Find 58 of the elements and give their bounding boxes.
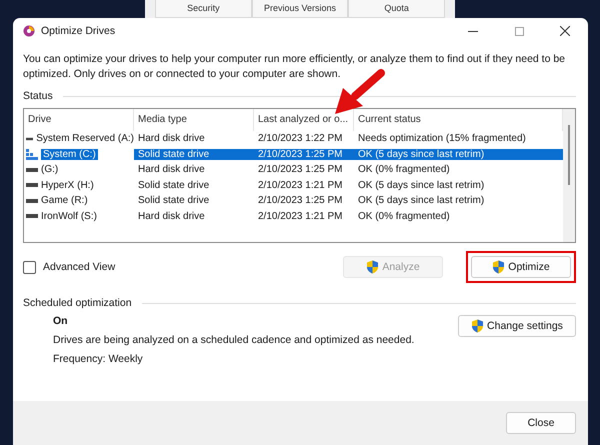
table-cell-text: 2/10/2023 1:21 PM [257,180,344,191]
table-cell-text: 2/10/2023 1:22 PM [257,133,344,144]
description-text: You can optimize your drives to help your computer run more efficiently, or analyze them to find out if they need to be optimized. Only drives on or connected to your computer are shown. [23,52,566,82]
table-cell: System (C:) [41,148,98,160]
section-title: Scheduled optimization [23,297,132,309]
schedule-state: On [53,315,69,327]
table-cell: OK (5 days since last retrim) [354,148,563,160]
checkbox-label: Advanced View [43,261,116,273]
close-dialog-button[interactable]: Close [506,412,576,434]
drive-icon [26,168,38,172]
table-cell: HyperX (H:) [41,180,94,191]
section-title: Status [23,90,53,102]
column-header[interactable]: Drive [24,109,134,131]
drive-row[interactable]: System (C:) Solid state drive 2/10/2023 1:25 PM OK (5 days since last retrim) [24,146,563,162]
drive-row[interactable]: HyperX (H:) Solid state drive 2/10/2023 1:21 PM OK (5 days since last retrim) [24,178,563,193]
shield-icon [366,260,380,274]
app-icon [23,25,35,37]
table-cell-text: Hard disk drive [137,133,206,144]
system-drive-icon [26,148,38,160]
minimize-icon [468,30,478,32]
table-cell-text: 2/10/2023 1:25 PM [257,195,344,206]
drive-row[interactable]: IronWolf (S:) Hard disk drive 2/10/2023 1:21 PM OK (0% fragmented) [24,208,563,224]
table-cell-text: OK (5 days since last retrim) [357,180,486,191]
table-cell-text: Solid state drive [137,180,210,191]
checkbox[interactable] [23,260,36,274]
frequency-text: Frequency: Weekly [53,353,144,365]
drive-row[interactable]: Game (R:) Solid state drive 2/10/2023 1:25 PM OK (5 days since last retrim) [24,193,563,208]
table-cell: Solid state drive [134,148,254,160]
table-cell: Game (R:) [41,195,88,206]
table-cell-text: Hard disk drive [137,210,206,222]
table-cell: (G:) [41,164,58,176]
change-settings-button[interactable]: Change settings [458,315,576,337]
drive-row[interactable]: System Reserved (A:) Hard disk drive 2/10/2023 1:22 PM Needs optimization (15% fragmented) [24,131,563,146]
table-cell: 2/10/2023 1:25 PM [254,148,354,160]
shield-icon [471,319,484,333]
table-cell: System Reserved (A:) [36,133,134,144]
maximize-icon [514,26,524,36]
window-title: Optimize Drives [41,25,116,37]
table-cell-text: OK (0% fragmented) [357,210,451,222]
table-cell-text: 2/10/2023 1:21 PM [257,210,344,222]
table-cell-text: Hard disk drive [137,164,206,176]
action-button[interactable]: Optimize [471,256,571,278]
scrollbar[interactable] [563,109,575,242]
drive-icon [26,183,38,188]
drive-icon [26,198,38,203]
close-icon [560,26,570,36]
drive-row[interactable]: (G:) Hard disk drive 2/10/2023 1:25 PM OK (0% fragmented) [24,162,563,178]
table-cell-text: Needs optimization (15% fragmented) [357,133,527,144]
shield-icon [492,260,506,274]
table-cell-text: OK (0% fragmented) [357,164,451,176]
column-header[interactable]: Media type [134,109,254,131]
table-cell: IronWolf (S:) [41,210,97,222]
drive-icon [26,136,34,141]
table-cell-text: 2/10/2023 1:25 PM [257,164,344,176]
table-cell-text: OK (5 days since last retrim) [357,195,486,206]
drive-icon [26,214,38,218]
table-cell-text: Solid state drive [137,195,210,206]
schedule-description: Drives are being analyzed on a scheduled cadence and optimized as needed. [53,334,416,346]
